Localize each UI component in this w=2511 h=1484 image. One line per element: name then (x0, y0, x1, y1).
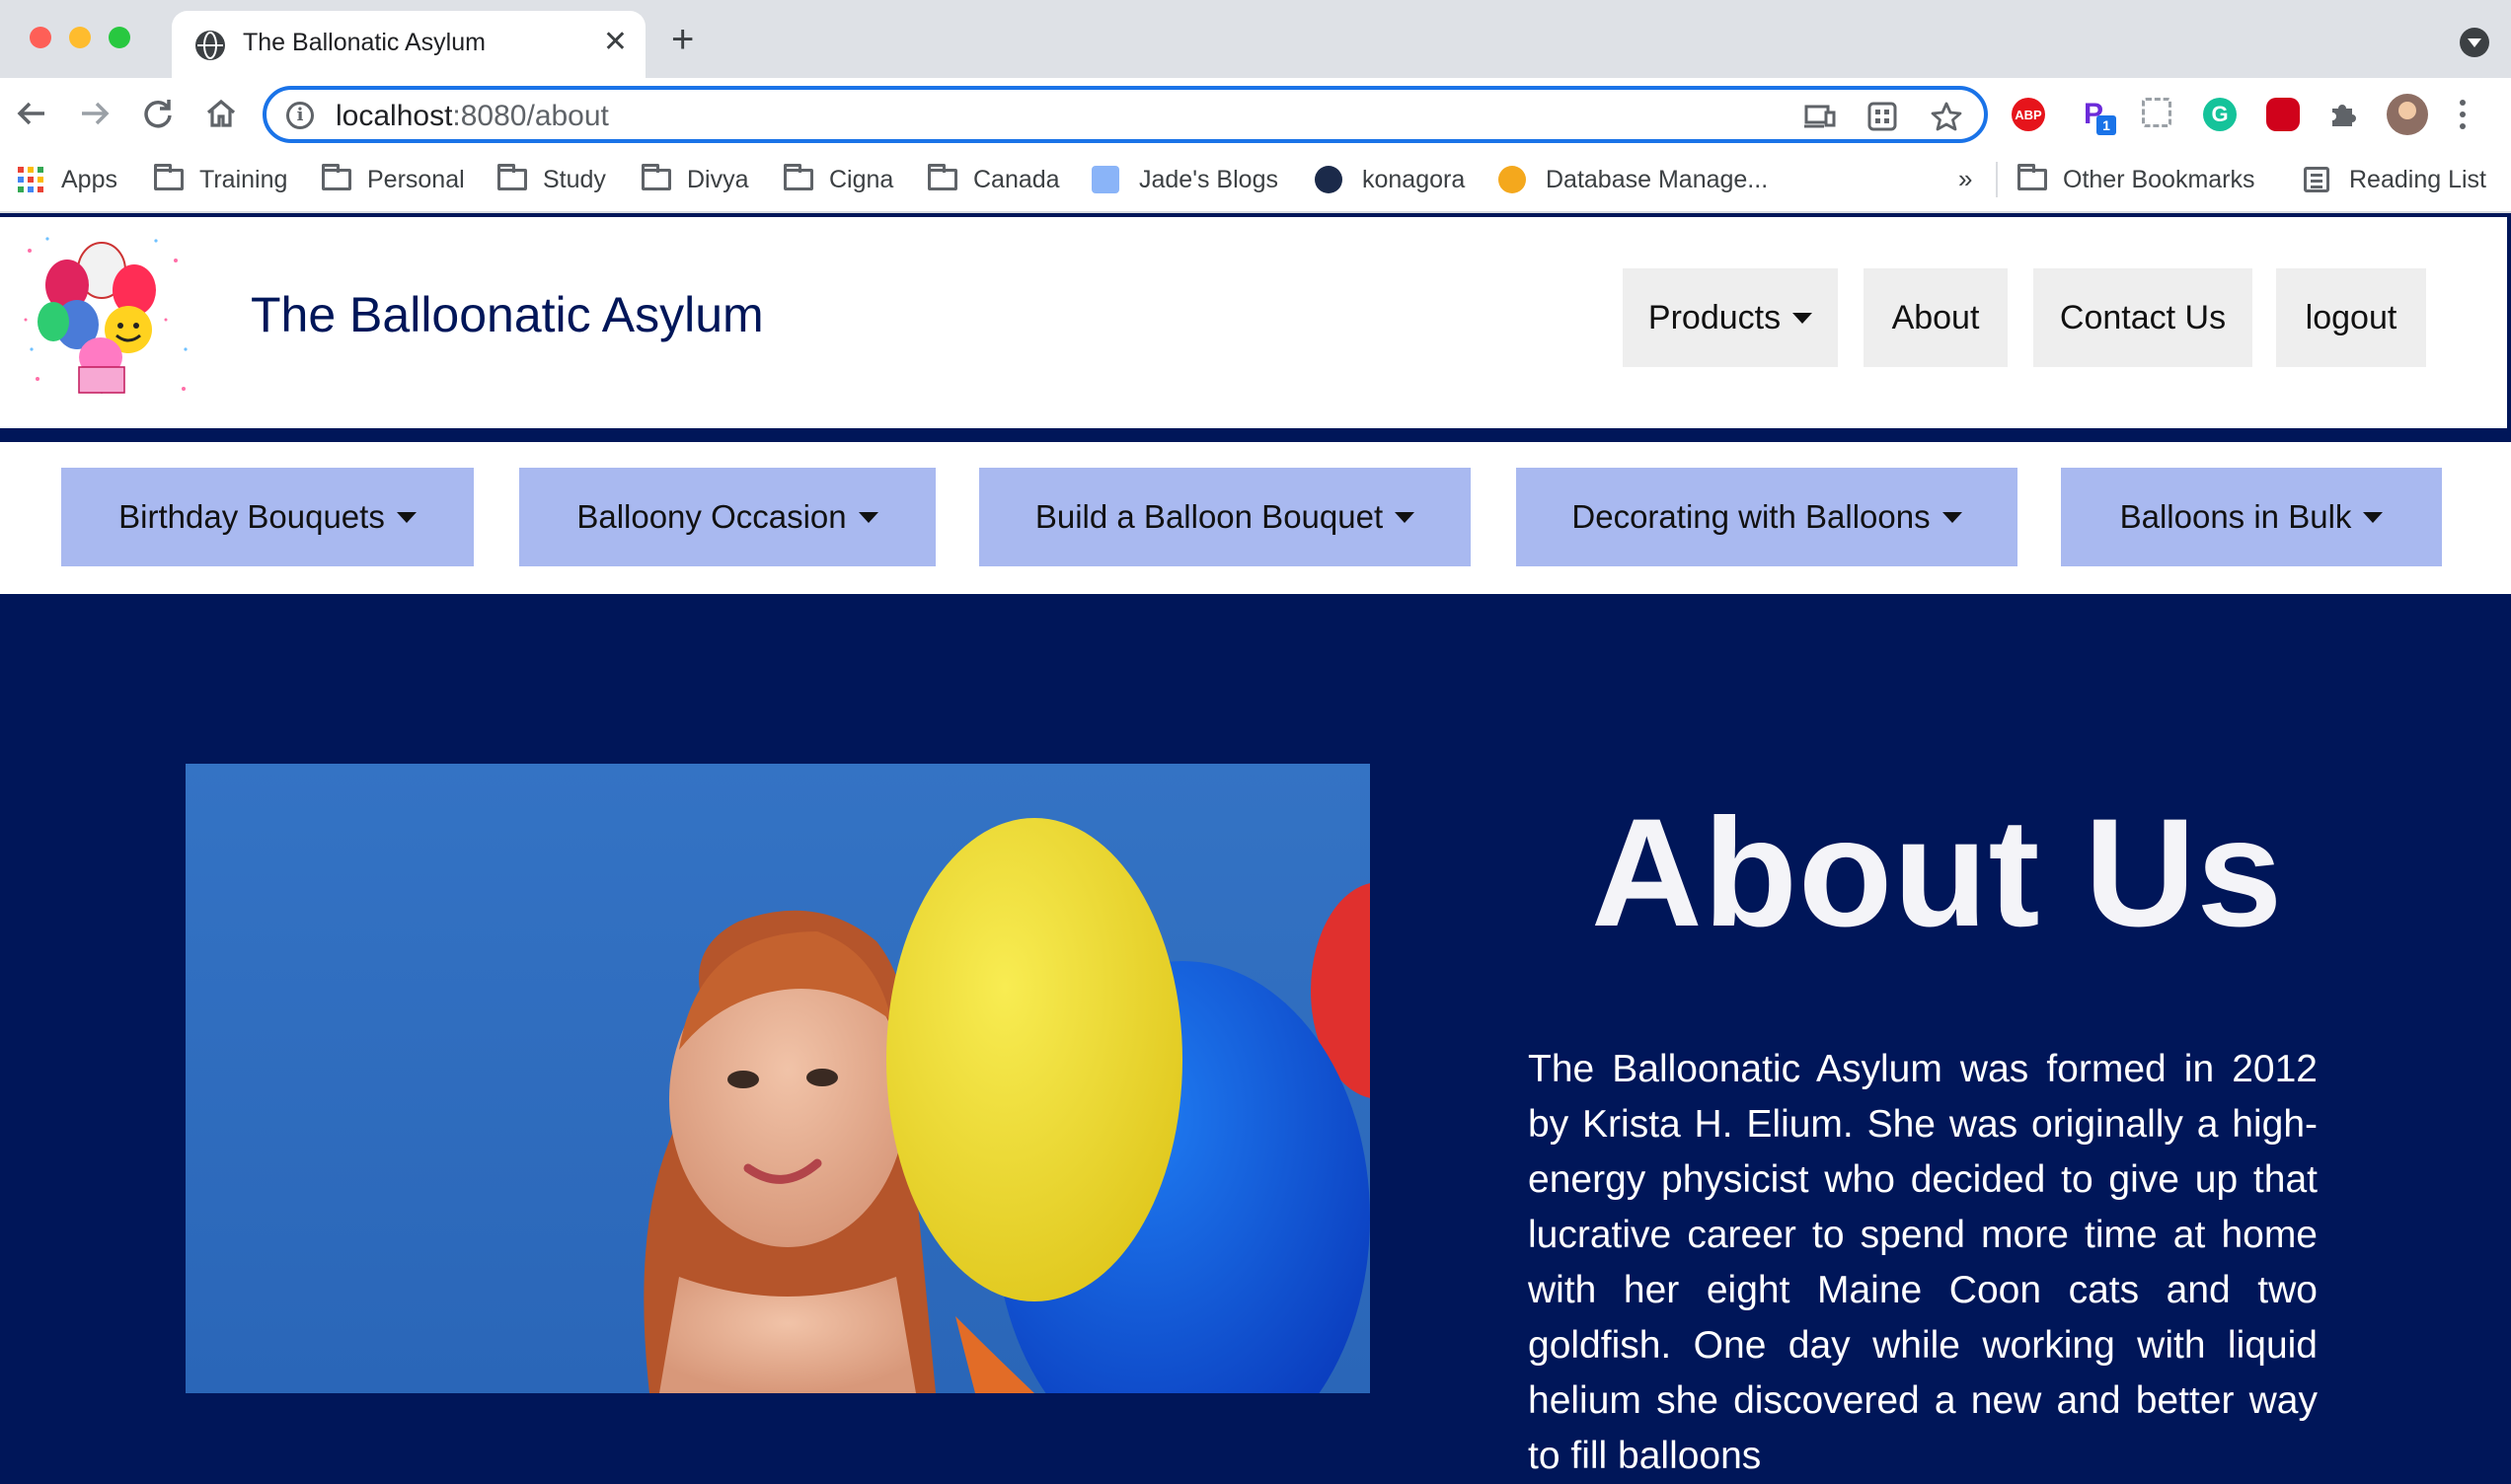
address-bar[interactable]: localhost:8080/about (263, 86, 1988, 143)
folder-icon (642, 164, 671, 190)
folder-icon (154, 164, 184, 190)
nav-about-button[interactable]: About (1864, 268, 2008, 367)
more-bookmarks-chevron[interactable]: » (1958, 164, 1972, 194)
stop-extension-icon[interactable] (2266, 98, 2300, 131)
tab-search-icon[interactable] (2460, 28, 2489, 57)
extension-badge: 1 (2096, 115, 2116, 135)
profile-avatar[interactable] (2387, 94, 2428, 135)
folder-icon (497, 164, 527, 190)
tab-strip: The Ballonatic Asylum ✕ + (0, 0, 2511, 78)
caret-down-icon (1792, 312, 1813, 324)
folder-icon (322, 164, 351, 190)
category-build-a-balloon-bouquet[interactable]: Build a Balloon Bouquet (979, 468, 1471, 566)
bookmark-other[interactable]: Other Bookmarks (2017, 160, 2255, 199)
new-tab-button[interactable]: + (671, 20, 694, 59)
bookmark-jades-blogs[interactable]: Jade's Blogs (1092, 160, 1278, 199)
p-extension-icon[interactable]: P1 (2077, 98, 2116, 135)
caret-down-icon (858, 511, 878, 523)
nav-contact-button[interactable]: Contact Us (2033, 268, 2252, 367)
nav-logout-button[interactable]: logout (2276, 268, 2426, 367)
adblock-extension-icon[interactable]: ABP (2012, 98, 2045, 131)
reading-list-button[interactable]: Reading List (2304, 160, 2486, 199)
back-arrow-icon[interactable] (10, 92, 53, 135)
folder-icon (784, 164, 813, 190)
globe-icon (195, 31, 225, 60)
puzzle-extensions-icon[interactable] (2325, 98, 2359, 131)
cast-icon[interactable] (1804, 102, 1836, 131)
database-favicon (1498, 166, 1526, 193)
category-decorating-with-balloons[interactable]: Decorating with Balloons (1516, 468, 2017, 566)
caret-down-icon (396, 511, 417, 523)
active-tab[interactable]: The Ballonatic Asylum ✕ (172, 11, 646, 78)
grammarly-extension-icon[interactable]: G (2203, 98, 2237, 131)
bookmark-folder[interactable]: Divya (642, 160, 749, 199)
bookmark-apps[interactable]: Apps (18, 160, 117, 199)
bookmark-folder[interactable]: Study (497, 160, 606, 199)
reading-list-icon (2304, 167, 2329, 192)
site-title[interactable]: The Balloonatic Asylum (251, 286, 764, 343)
about-paragraph: The Balloonatic Asylum was formed in 201… (1528, 1048, 2318, 1477)
zoom-window-button[interactable] (109, 27, 130, 48)
browser-toolbar: localhost:8080/about ABP P1 G (0, 78, 2511, 150)
bookmark-database[interactable]: Database Manage... (1498, 160, 1768, 199)
close-window-button[interactable] (30, 27, 51, 48)
nav-products-dropdown[interactable]: Products (1623, 268, 1838, 367)
about-heading: About Us (1591, 787, 2284, 959)
bookmark-folder[interactable]: Personal (322, 160, 465, 199)
tab-title: The Ballonatic Asylum (243, 29, 486, 56)
category-balloons-in-bulk[interactable]: Balloons in Bulk (2061, 468, 2442, 566)
more-menu-icon[interactable] (2460, 100, 2468, 135)
category-bar: Birthday Bouquets Balloony Occasion Buil… (0, 442, 2511, 594)
hero-photo-girl-with-balloons (186, 764, 1370, 1393)
apps-grid-icon (18, 167, 43, 192)
url-text[interactable]: localhost:8080/about (336, 100, 609, 133)
bookmark-folder[interactable]: Canada (928, 160, 1060, 199)
folder-icon (928, 164, 957, 190)
caret-down-icon (1395, 511, 1415, 523)
balloon-bouquet-logo[interactable] (18, 231, 195, 405)
bookmarks-bar: Apps Training Personal Study Divya Cigna… (0, 150, 2511, 213)
page-content: The Balloonatic Asylum Products About Co… (0, 213, 2511, 1477)
forward-arrow-icon[interactable] (73, 92, 116, 135)
caret-down-icon (1941, 511, 1962, 523)
blog-favicon (1092, 166, 1119, 193)
bookmarks-separator (1996, 162, 1998, 197)
category-balloony-occasion[interactable]: Balloony Occasion (519, 468, 936, 566)
konagora-favicon (1315, 166, 1342, 193)
dashed-extension-icon[interactable] (2142, 98, 2171, 127)
site-header: The Balloonatic Asylum Products About Co… (0, 217, 2507, 428)
close-icon[interactable]: ✕ (603, 25, 628, 59)
bookmark-folder[interactable]: Training (154, 160, 287, 199)
minimize-window-button[interactable] (69, 27, 91, 48)
category-birthday-bouquets[interactable]: Birthday Bouquets (61, 468, 474, 566)
caret-down-icon (2363, 511, 2384, 523)
bookmark-star-icon[interactable] (1931, 102, 1962, 131)
bookmark-konagora[interactable]: konagora (1315, 160, 1465, 199)
qr-code-icon[interactable] (1867, 102, 1899, 131)
bookmark-folder[interactable]: Cigna (784, 160, 893, 199)
reload-icon[interactable] (136, 92, 180, 135)
home-icon[interactable] (199, 92, 243, 135)
folder-icon (2017, 164, 2047, 190)
site-info-icon[interactable] (286, 102, 314, 129)
